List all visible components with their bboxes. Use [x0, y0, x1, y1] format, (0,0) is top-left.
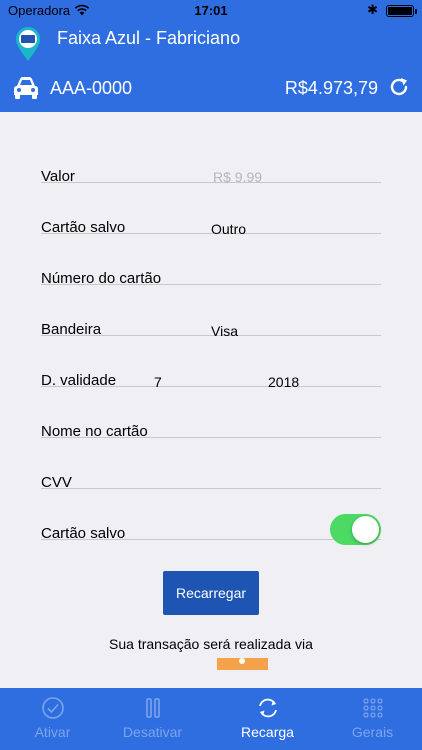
refresh-icon — [258, 698, 277, 718]
app-title: Faixa Azul - Fabriciano — [57, 28, 241, 48]
vehicle-bar: AAA-0000 R$4.973,79 — [0, 66, 422, 112]
brand-row[interactable]: Bandeira Visa — [41, 285, 381, 339]
pause-icon — [145, 698, 160, 718]
tab-label: Gerais — [351, 724, 394, 740]
tab-bar: Ativar Desativar Recarga Gerais — [0, 688, 422, 750]
tab-ativar[interactable]: Ativar — [0, 688, 105, 750]
app-logo-icon — [16, 27, 40, 61]
tab-label: Ativar — [34, 724, 71, 740]
app-header: Faixa Azul - Fabriciano — [0, 22, 422, 66]
valor-row[interactable]: Valor R$ 9.99 — [41, 132, 381, 185]
balance-amount: R$4.973,79 — [284, 78, 378, 98]
save-card-toggle[interactable] — [330, 514, 381, 545]
card-number-row[interactable]: Número do cartão — [41, 234, 381, 287]
refresh-icon[interactable] — [388, 76, 410, 98]
status-bar: Operadora 17:01 ✱ — [0, 0, 422, 22]
grid-icon — [362, 698, 383, 718]
cardholder-name-row[interactable]: Nome no cartão — [41, 387, 381, 440]
tab-gerais[interactable]: Gerais — [320, 688, 422, 750]
saved-card-select-row[interactable]: Cartão salvo Outro — [41, 183, 381, 237]
tab-label: Recarga — [241, 724, 294, 740]
tab-label: Desativar — [122, 724, 183, 740]
tab-desativar[interactable]: Desativar — [100, 688, 205, 750]
check-circle-icon — [41, 697, 64, 719]
payment-provider-text: Sua transação será realizada via — [109, 636, 313, 652]
vehicle-plate[interactable]: AAA-0000 — [50, 78, 132, 99]
bluetooth-icon: ✱ — [367, 2, 378, 17]
cvv-row[interactable]: CVV — [41, 438, 381, 491]
expiry-row[interactable]: D. validade 7 2018 — [41, 336, 381, 390]
car-icon — [14, 77, 38, 99]
battery-icon — [386, 5, 417, 17]
save-card-row: Cartão salvo — [41, 489, 381, 545]
tab-recarga[interactable]: Recarga — [215, 688, 320, 750]
payment-provider-logo — [217, 658, 268, 670]
clock: 17:01 — [194, 3, 228, 18]
recharge-button[interactable]: Recarregar — [163, 571, 259, 615]
save-card-label: Cartão salvo — [41, 525, 126, 542]
